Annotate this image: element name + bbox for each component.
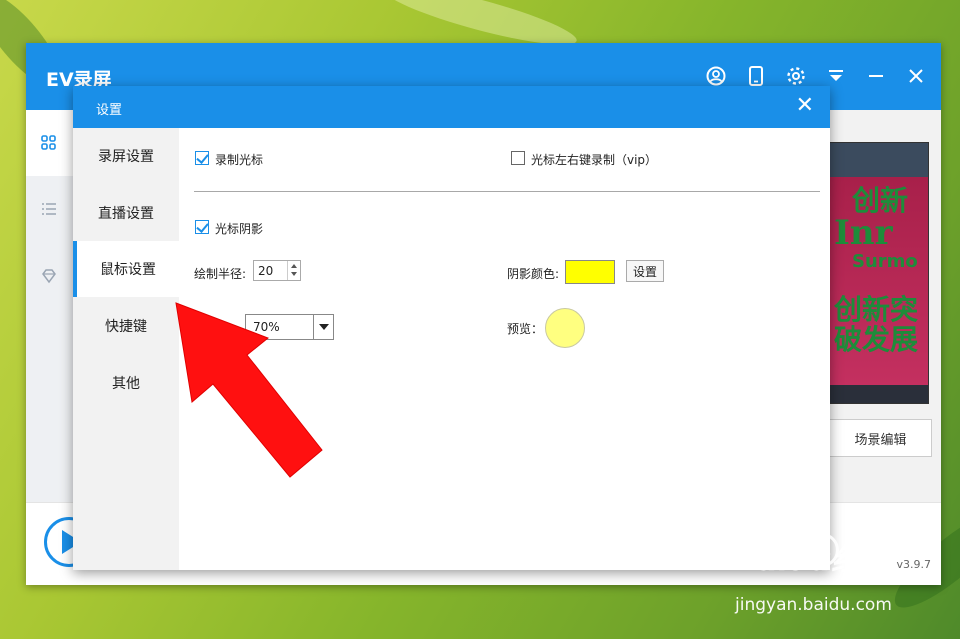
minimize-icon[interactable] [865, 65, 887, 87]
chevron-down-icon[interactable] [313, 315, 333, 339]
mouse-settings-panel: 录制光标 光标左右键录制（vip） 光标阴影 绘制半径: 20 阴影颜色: 设置… [179, 128, 830, 570]
menu-dropdown-icon[interactable] [825, 65, 847, 87]
preview-text: Surmo [852, 251, 918, 272]
record-cursor-label: 录制光标 [215, 153, 264, 167]
titlebar-icons [705, 65, 927, 87]
shadow-color-swatch[interactable] [565, 260, 615, 284]
chevron-down-icon[interactable] [291, 272, 297, 276]
gear-icon[interactable] [785, 65, 807, 87]
shadow-color-label: 阴影颜色: [507, 267, 560, 281]
close-icon[interactable] [905, 65, 927, 87]
version-label: v3.9.7 [896, 558, 932, 571]
preview-desktop-bar [830, 143, 928, 177]
user-icon[interactable] [705, 65, 727, 87]
radius-stepper[interactable]: 20 [253, 260, 301, 281]
preview-text: Inr [834, 213, 893, 253]
close-icon[interactable]: ✕ [796, 95, 814, 117]
opacity-value: 70% [253, 320, 280, 334]
record-clicks-label: 光标左右键录制（vip） [531, 153, 658, 167]
chevron-up-icon[interactable] [291, 264, 297, 268]
mobile-icon[interactable] [745, 65, 767, 87]
dialog-title: 设置 [96, 103, 123, 118]
nav-item-hotkeys[interactable]: 快捷键 [73, 298, 179, 354]
opacity-label: 透明度： [194, 322, 243, 336]
settings-dialog: 设置 ✕ 录屏设置 直播设置 鼠标设置 快捷键 其他 录制光标 光标左右键录制（… [73, 86, 830, 570]
record-clicks-checkbox[interactable] [511, 151, 525, 165]
nav-item-mouse-settings[interactable]: 鼠标设置 [73, 241, 179, 297]
baidu-paw-icon [805, 533, 839, 567]
nav-item-other[interactable]: 其他 [73, 355, 179, 411]
watermark-url: jingyan.baidu.com [735, 595, 892, 615]
diamond-icon[interactable] [41, 268, 59, 286]
nav-item-record-settings[interactable]: 录屏设置 [73, 128, 179, 184]
preview-label: 预览： [507, 322, 544, 336]
record-cursor-checkbox[interactable] [195, 151, 209, 165]
cursor-shadow-checkbox[interactable] [195, 220, 209, 234]
cursor-shadow-label: 光标阴影 [215, 222, 264, 236]
preview-taskbar [830, 385, 928, 403]
settings-nav: 录屏设置 直播设置 鼠标设置 快捷键 其他 [73, 128, 179, 570]
list-icon[interactable] [41, 201, 59, 219]
nav-item-live-settings[interactable]: 直播设置 [73, 185, 179, 241]
video-preview-thumbnail[interactable]: 创新 Inr Surmo 创新突破发展 [829, 142, 929, 404]
dialog-titlebar: 设置 ✕ [73, 86, 830, 128]
radius-label: 绘制半径: [194, 267, 247, 281]
stepper-arrows[interactable] [287, 261, 300, 280]
scene-edit-button[interactable]: 场景编辑 [829, 419, 932, 457]
opacity-select[interactable]: 70% [245, 314, 334, 340]
grid-icon[interactable] [41, 135, 59, 153]
divider [194, 191, 820, 192]
radius-value: 20 [258, 264, 274, 278]
cursor-shadow-preview [545, 308, 585, 348]
preview-text: 创新突破发展 [834, 293, 919, 356]
set-color-button[interactable]: 设置 [626, 260, 664, 282]
